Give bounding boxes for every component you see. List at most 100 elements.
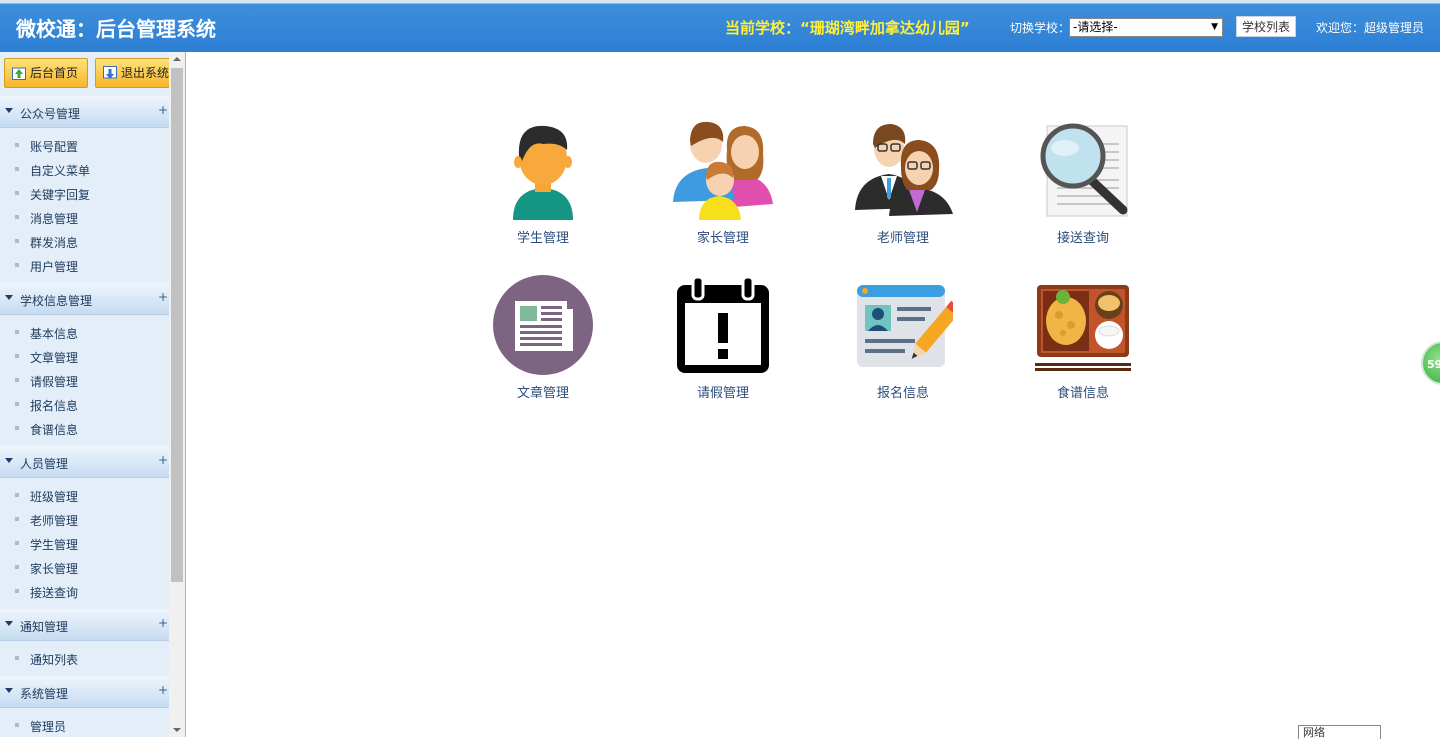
bullet-icon <box>15 378 19 382</box>
tile-student-manage[interactable]: 学生管理 <box>483 120 603 260</box>
tile-label: 老师管理 <box>876 231 929 246</box>
sidebar-item-label: 家长管理 <box>30 562 79 576</box>
bullet-icon <box>15 239 19 243</box>
sidebar-item-custom-menu[interactable]: 自定义菜单 <box>0 157 169 181</box>
sidebar-item-label: 请假管理 <box>30 375 79 389</box>
bullet-icon <box>15 191 19 195</box>
tile-recipe-info[interactable]: 食谱信息 <box>1023 275 1143 415</box>
sidebar-item-admin[interactable]: 管理员 <box>0 713 169 737</box>
sidebar-item-label: 文章管理 <box>30 351 79 365</box>
tile-leave-manage[interactable]: 请假管理 <box>663 275 783 415</box>
sidebar-item-notice-list[interactable]: 通知列表 <box>0 646 169 670</box>
sidebar-item-keyword-reply[interactable]: 关键字回复 <box>0 181 169 205</box>
bullet-icon <box>15 656 19 660</box>
bullet-icon <box>15 330 19 334</box>
tile-label: 报名信息 <box>876 386 929 401</box>
sidebar-item-basic-info[interactable]: 基本信息 <box>0 320 169 344</box>
menu-group-school-info: 学校信息管理 + 基本信息 文章管理 请假管理 报名信息 食谱信息 <box>0 283 169 440</box>
student-icon <box>513 125 573 220</box>
sidebar-item-label: 自定义菜单 <box>30 164 91 178</box>
teachers-icon <box>855 124 953 216</box>
sidebar-item-account-config[interactable]: 账号配置 <box>0 133 169 157</box>
sidebar-item-leave-manage[interactable]: 请假管理 <box>0 368 169 392</box>
scroll-down-arrow-icon[interactable] <box>173 728 181 732</box>
main-content: 学生管理 家长管理 老师管理 接送查询 文章管理 请假管理 报名信息 食谱信息 <box>187 52 1440 737</box>
sidebar-item-label: 关键字回复 <box>30 188 91 202</box>
expand-plus-icon: + <box>157 290 168 304</box>
sidebar-item-label: 消息管理 <box>30 212 79 226</box>
scrollbar-thumb[interactable] <box>171 68 183 582</box>
app-title: 微校通：后台管理系统 <box>16 17 216 41</box>
sidebar-item-label: 基本信息 <box>30 327 79 341</box>
sidebar: 后台首页 退出系统 公众号管理 + 账号配置 自定义菜单 关键字回复 消息管理 … <box>0 52 186 737</box>
group-header-system[interactable]: 系统管理 + <box>0 676 169 708</box>
sidebar-item-mass-message[interactable]: 群发消息 <box>0 229 169 253</box>
expand-plus-icon: + <box>157 103 168 117</box>
tile-article-manage[interactable]: 文章管理 <box>483 275 603 415</box>
sidebar-item-teacher-manage[interactable]: 老师管理 <box>0 507 169 531</box>
bullet-icon <box>15 354 19 358</box>
newspaper-icon <box>493 275 593 375</box>
home-button-label: 后台首页 <box>30 66 79 80</box>
sidebar-item-student-manage[interactable]: 学生管理 <box>0 531 169 555</box>
sidebar-item-label: 班级管理 <box>30 490 79 504</box>
sidebar-top-buttons: 后台首页 退出系统 <box>0 56 169 88</box>
bento-meal-icon <box>1035 285 1131 371</box>
group-title: 学校信息管理 <box>20 294 93 308</box>
sidebar-item-label: 接送查询 <box>30 586 79 600</box>
group-header-wechat[interactable]: 公众号管理 + <box>0 96 169 128</box>
group-header-personnel[interactable]: 人员管理 + <box>0 446 169 478</box>
sidebar-item-message-manage[interactable]: 消息管理 <box>0 205 169 229</box>
collapse-triangle-icon <box>5 688 13 693</box>
school-select-value: -请选择- <box>1073 20 1118 34</box>
home-up-arrow-icon <box>12 67 26 80</box>
sidebar-item-recipe-info[interactable]: 食谱信息 <box>0 416 169 440</box>
sidebar-item-label: 通知列表 <box>30 653 79 667</box>
bullet-icon <box>15 589 19 593</box>
welcome-text: 欢迎您：超级管理员 <box>1316 21 1425 35</box>
tile-label: 学生管理 <box>516 231 569 246</box>
dropdown-arrow-icon: ▼ <box>1211 22 1218 32</box>
sidebar-item-enroll-info[interactable]: 报名信息 <box>0 392 169 416</box>
tile-pickup-query[interactable]: 接送查询 <box>1023 120 1143 260</box>
school-list-button[interactable]: 学校列表 <box>1236 16 1296 37</box>
sidebar-item-class-manage[interactable]: 班级管理 <box>0 483 169 507</box>
bullet-icon <box>15 493 19 497</box>
collapse-triangle-icon <box>5 108 13 113</box>
sidebar-scrollbar[interactable] <box>169 52 185 737</box>
group-title: 公众号管理 <box>20 107 81 121</box>
bullet-icon <box>15 541 19 545</box>
tile-enroll-info[interactable]: 报名信息 <box>843 275 963 415</box>
bullet-icon <box>15 215 19 219</box>
scroll-up-arrow-icon[interactable] <box>173 57 181 61</box>
top-header: 微校通：后台管理系统 当前学校：“珊瑚湾畔加拿达幼儿园” 切换学校： -请选择-… <box>0 0 1440 52</box>
sidebar-item-label: 老师管理 <box>30 514 79 528</box>
expand-plus-icon: + <box>157 616 168 630</box>
tile-label: 家长管理 <box>696 231 749 246</box>
sidebar-item-label: 群发消息 <box>30 236 79 250</box>
sidebar-item-label: 账号配置 <box>30 140 79 154</box>
tile-parent-manage[interactable]: 家长管理 <box>663 120 783 260</box>
menu-group-system: 系统管理 + 管理员 <box>0 676 169 737</box>
home-button[interactable]: 后台首页 <box>4 58 88 88</box>
group-header-notice[interactable]: 通知管理 + <box>0 609 169 641</box>
sidebar-item-label: 食谱信息 <box>30 423 79 437</box>
sidebar-item-parent-manage[interactable]: 家长管理 <box>0 555 169 579</box>
collapse-triangle-icon <box>5 621 13 626</box>
menu-group-wechat: 公众号管理 + 账号配置 自定义菜单 关键字回复 消息管理 群发消息 用户管理 <box>0 96 169 277</box>
sidebar-item-label: 用户管理 <box>30 260 79 274</box>
exit-button[interactable]: 退出系统 <box>95 58 169 88</box>
tile-label: 文章管理 <box>516 386 569 401</box>
collapse-triangle-icon <box>5 295 13 300</box>
group-header-school-info[interactable]: 学校信息管理 + <box>0 283 169 315</box>
sidebar-item-pickup-query[interactable]: 接送查询 <box>0 579 169 603</box>
bullet-icon <box>15 426 19 430</box>
group-title: 通知管理 <box>20 620 69 634</box>
sidebar-item-article-manage[interactable]: 文章管理 <box>0 344 169 368</box>
sidebar-menu: 后台首页 退出系统 公众号管理 + 账号配置 自定义菜单 关键字回复 消息管理 … <box>0 52 169 737</box>
tile-label: 请假管理 <box>696 386 749 401</box>
calendar-alert-icon <box>677 275 769 373</box>
tile-teacher-manage[interactable]: 老师管理 <box>843 120 963 260</box>
school-select[interactable]: -请选择- ▼ <box>1069 18 1223 37</box>
sidebar-item-user-manage[interactable]: 用户管理 <box>0 253 169 277</box>
